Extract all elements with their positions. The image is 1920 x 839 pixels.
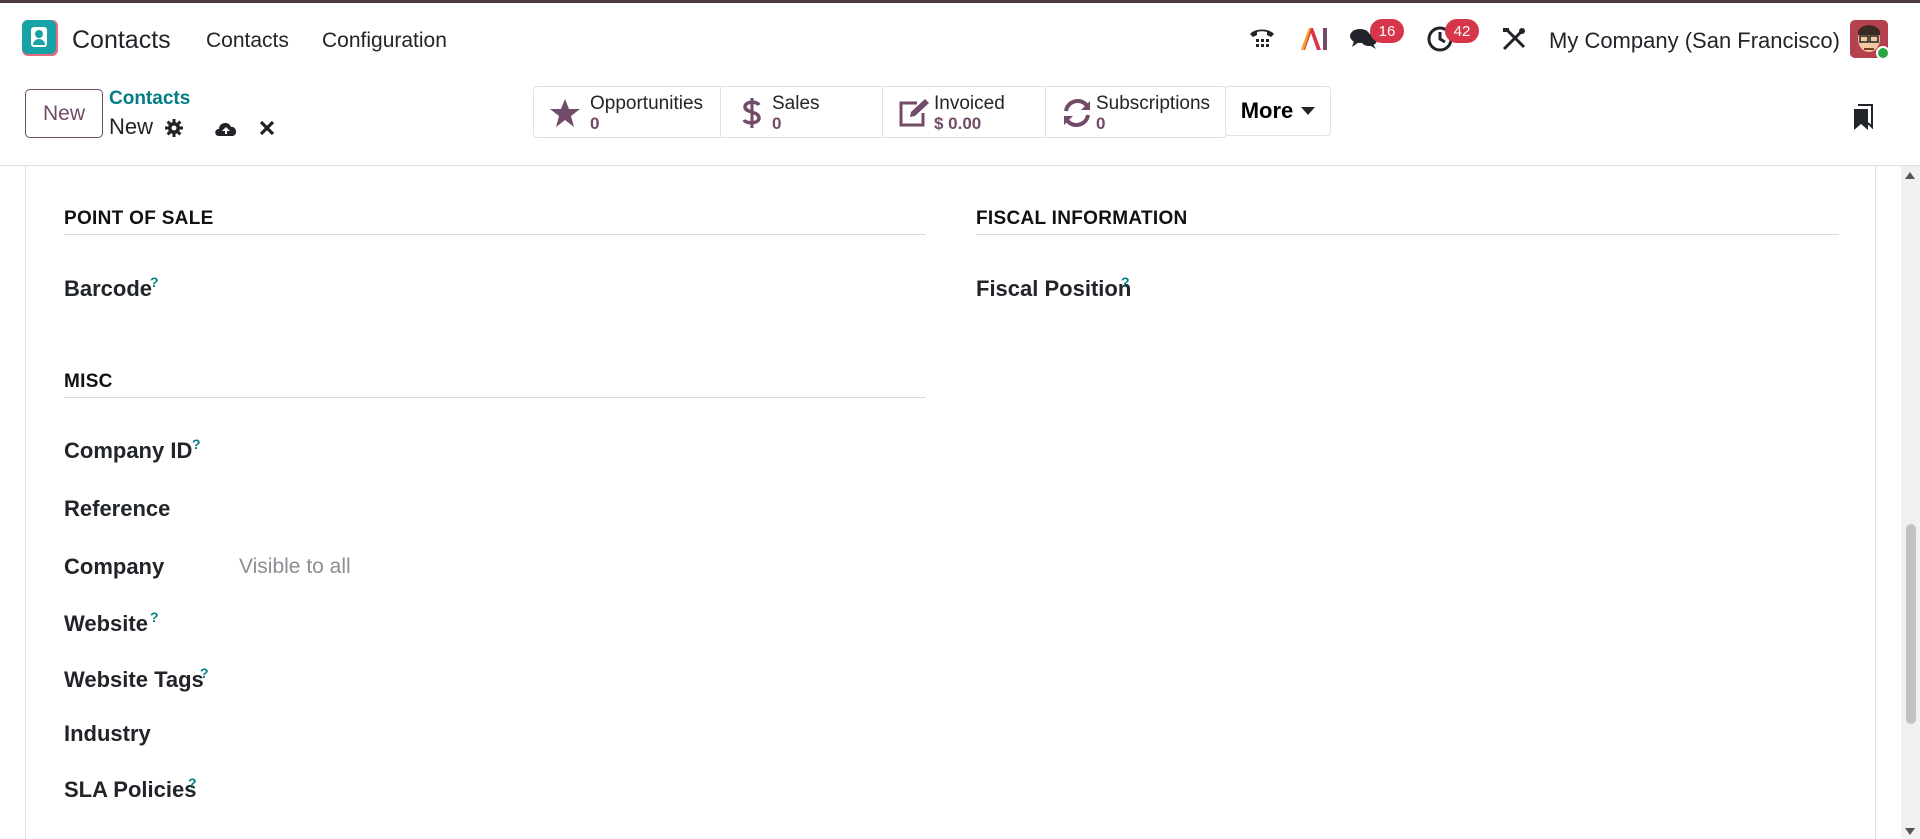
help-tooltip-website[interactable]: ? [150,609,159,625]
stat-invoiced[interactable]: Invoiced $ 0.00 [883,87,1046,137]
app-name[interactable]: Contacts [72,26,171,55]
gear-icon[interactable] [161,115,187,141]
form-sheet: POINT OF SALE Barcode ? FISCAL INFORMATI… [25,166,1876,839]
scroll-up-arrow-icon[interactable] [1905,172,1915,179]
label-industry: Industry [64,721,151,746]
company-field[interactable]: Visible to all [239,555,351,579]
bookmark-icon[interactable] [1850,102,1876,132]
stat-value: 0 [590,114,600,133]
activity-badge: 42 [1445,19,1479,43]
section-title-fiscal-information: FISCAL INFORMATION [976,208,1188,229]
stat-label: Sales [772,93,820,114]
pencil-square-icon [897,96,931,130]
stat-label: Opportunities [590,93,704,114]
help-tooltip-barcode[interactable]: ? [150,274,159,290]
help-tooltip-fiscal-position[interactable]: ? [1121,274,1130,290]
caret-down-icon [1301,107,1316,115]
breadcrumb-current: New [109,114,154,139]
star-icon [548,96,582,130]
tools-icon[interactable] [1498,23,1530,55]
scroll-down-arrow-icon[interactable] [1905,828,1915,835]
vertical-scrollbar[interactable] [1901,166,1920,839]
menu-configuration[interactable]: Configuration [322,29,447,53]
help-tooltip-sla-policies[interactable]: ? [188,775,197,791]
refresh-icon [1060,96,1094,130]
label-company-id: Company ID [64,438,193,463]
company-switcher[interactable]: My Company (San Francisco) [1549,28,1840,54]
smart-buttons: Opportunities 0 Sales 0 Invoiced $ 0.00 [533,86,1227,138]
menu-contacts[interactable]: Contacts [206,29,289,53]
contacts-app-icon[interactable] [22,20,58,56]
user-avatar[interactable] [1850,20,1888,58]
label-barcode: Barcode [64,276,153,301]
ai-icon[interactable] [1298,23,1330,55]
new-button[interactable]: New [25,89,103,138]
label-sla-policies: SLA Policies [64,777,197,802]
more-label: More [1240,98,1294,123]
stat-opportunities[interactable]: Opportunities 0 [534,87,721,137]
stat-value: 0 [1096,114,1106,133]
discard-close-icon[interactable] [254,115,280,141]
stat-value: $ 0.00 [934,114,982,133]
label-website-tags: Website Tags [64,667,204,692]
stat-sales[interactable]: Sales 0 [721,87,883,137]
phone-icon[interactable] [1246,23,1278,55]
more-dropdown-button[interactable]: More [1225,86,1331,136]
section-divider [64,234,926,235]
scrollbar-thumb[interactable] [1906,524,1916,724]
label-company: Company [64,554,165,579]
stat-label: Invoiced [934,93,1005,114]
dollar-icon [735,96,769,130]
section-title-misc: MISC [64,371,113,392]
section-title-point-of-sale: POINT OF SALE [64,208,214,229]
breadcrumb-contacts[interactable]: Contacts [109,88,190,110]
stat-subscriptions[interactable]: Subscriptions 0 [1046,87,1226,137]
label-website: Website [64,611,148,636]
label-fiscal-position: Fiscal Position [976,276,1132,301]
section-divider [976,234,1839,235]
stat-value: 0 [772,114,782,133]
save-cloud-icon[interactable] [213,115,239,141]
help-tooltip-website-tags[interactable]: ? [200,665,209,681]
label-reference: Reference [64,496,171,521]
help-tooltip-company-id[interactable]: ? [192,436,201,452]
top-navbar: Contacts Contacts Configuration 16 42 My… [0,3,1920,76]
section-divider [64,397,926,398]
chat-badge: 16 [1370,19,1404,43]
stat-label: Subscriptions [1096,93,1211,114]
control-panel: New Contacts New Opportunities 0 Sales 0… [0,76,1920,166]
